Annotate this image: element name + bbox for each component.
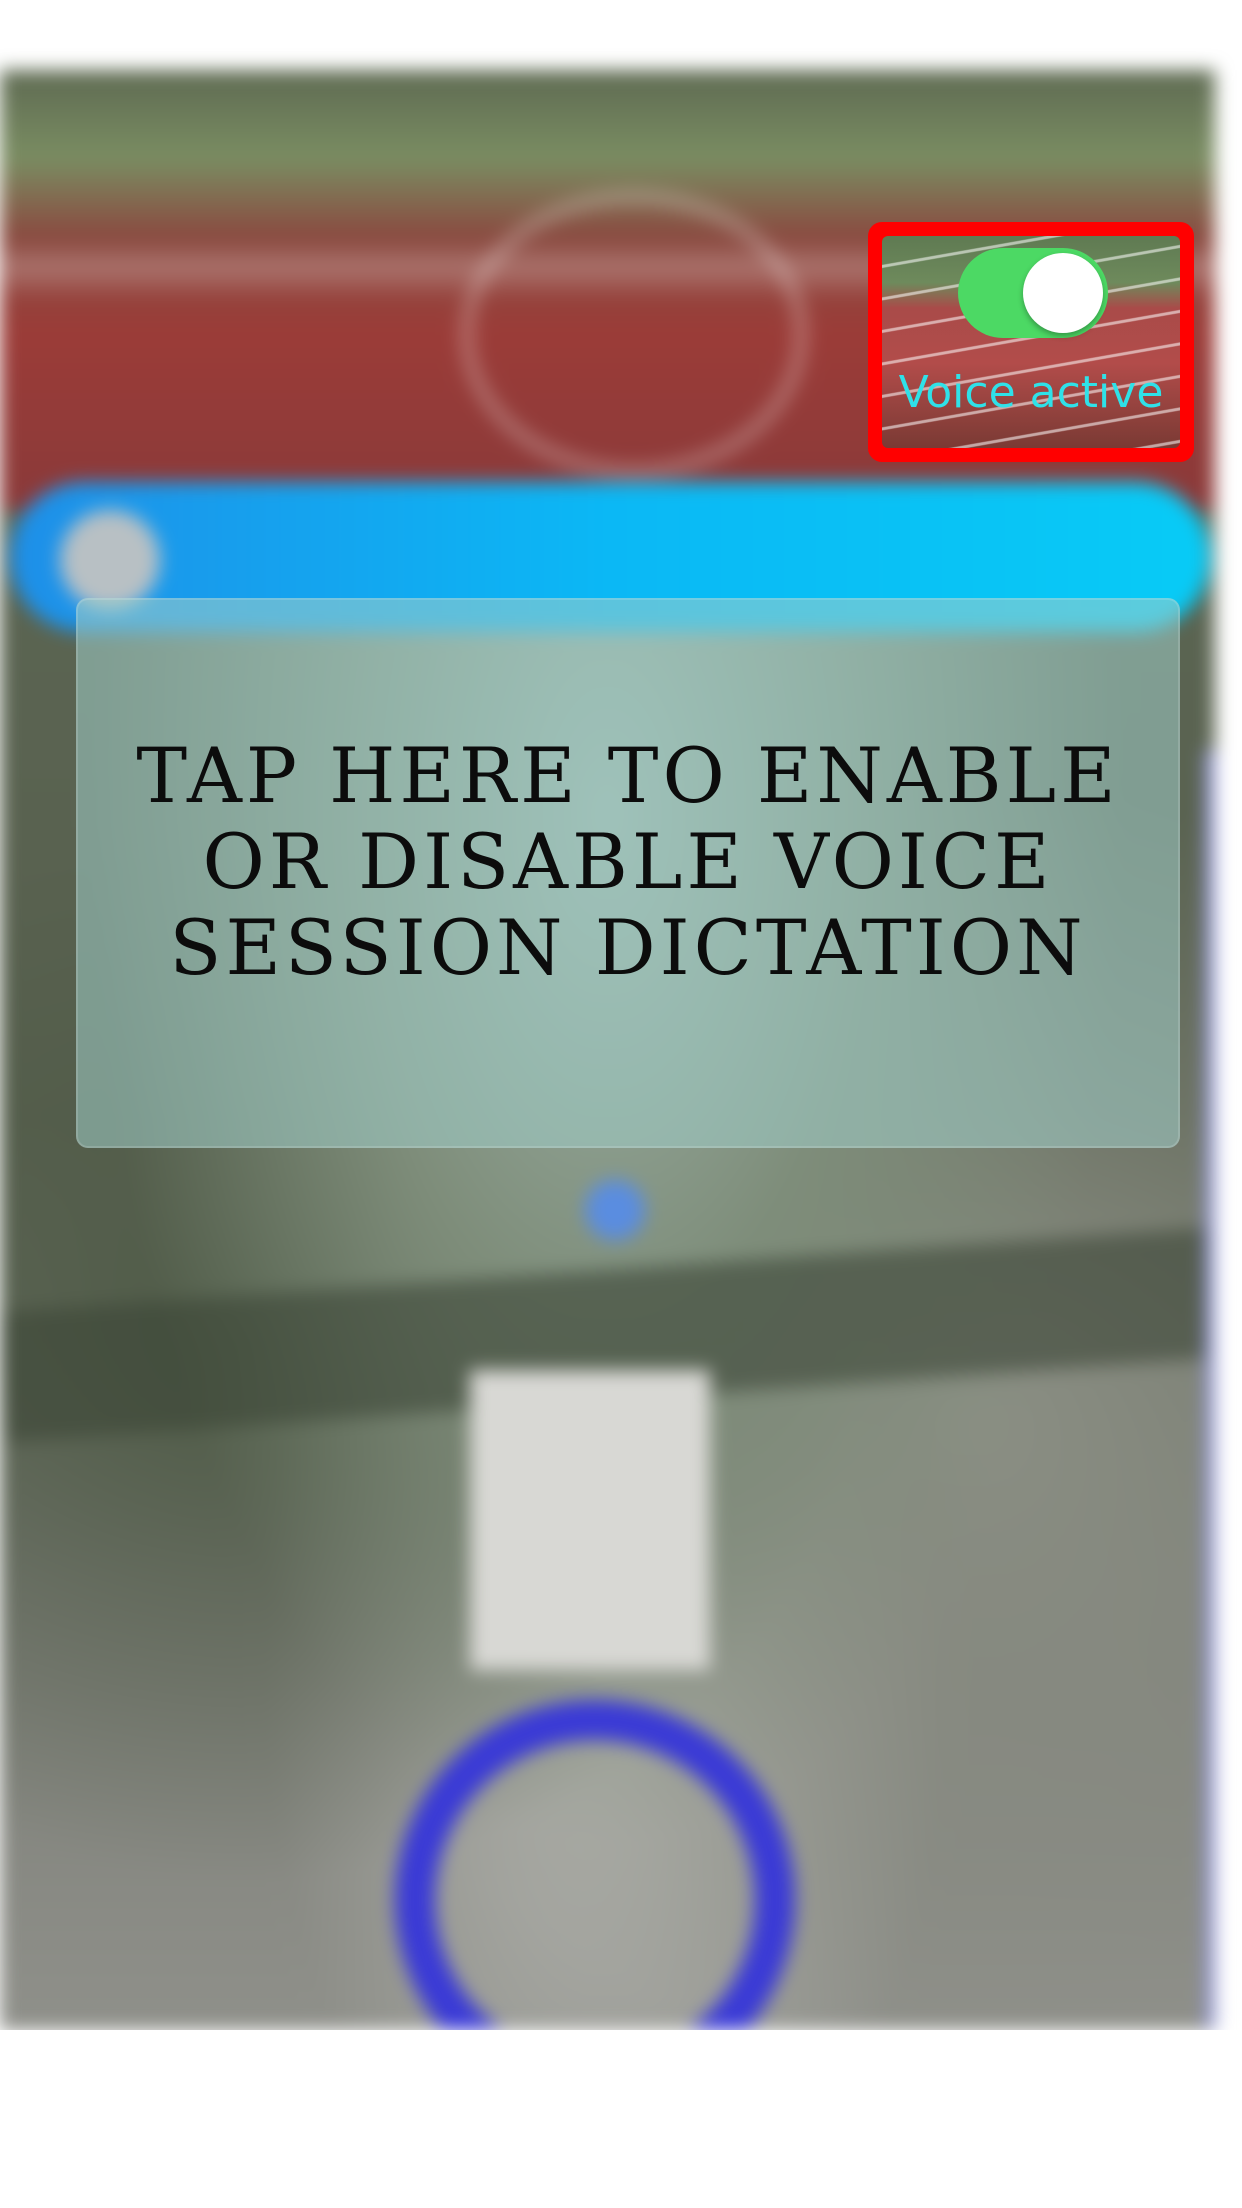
tutorial-message: TAP HERE TO ENABLE OR DISABLE VOICE SESS…: [136, 731, 1120, 992]
voice-control-highlight: Voice active: [868, 222, 1194, 462]
voice-active-label: Voice active: [898, 367, 1164, 418]
toggle-knob: [1023, 253, 1103, 333]
side-edge: [1205, 750, 1215, 2030]
bottom-margin: [0, 2030, 1242, 2208]
location-dot-icon: [585, 1180, 645, 1240]
voice-control-panel[interactable]: Voice active: [882, 236, 1180, 448]
voice-toggle-switch[interactable]: [958, 248, 1108, 338]
logo-watermark: [460, 190, 808, 478]
tutorial-callout[interactable]: TAP HERE TO ENABLE OR DISABLE VOICE SESS…: [76, 598, 1180, 1148]
avatar: [60, 510, 160, 610]
map-building: [470, 1370, 710, 1670]
screen: TAP HERE TO ENABLE OR DISABLE VOICE SESS…: [0, 0, 1242, 2208]
